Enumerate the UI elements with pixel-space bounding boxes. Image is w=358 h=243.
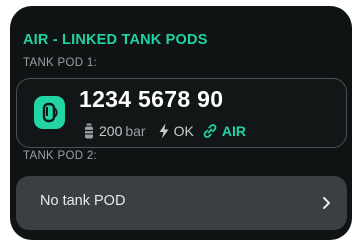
tank-pod-1-label: TANK POD 1: [23, 57, 98, 69]
chevron-right-icon [322, 196, 331, 215]
no-tank-pod-text: No tank POD [40, 193, 126, 209]
lightning-icon [158, 123, 170, 139]
battery-status: OK [173, 123, 194, 139]
panel-title: AIR - LINKED TANK PODS [23, 32, 208, 48]
tank-pod-1-stats: 200 bar OK AIR [83, 122, 246, 140]
tank-pod-1-card[interactable]: 1234 5678 90 200 bar OK AIR [16, 78, 347, 148]
tank-pressure-value: 200 [99, 123, 123, 139]
tank-pod-icon [34, 96, 65, 129]
pressure-gauge-icon [83, 123, 95, 139]
tank-pressure-unit: bar [125, 123, 146, 139]
tank-pod-1-id: 1234 5678 90 [79, 86, 224, 112]
link-icon [202, 123, 218, 139]
tank-pod-2-row[interactable]: No tank POD [16, 176, 347, 230]
linked-tank-pods-panel: AIR - LINKED TANK PODS TANK POD 1: 1234 … [10, 6, 352, 240]
linked-gas-label: AIR [221, 123, 246, 139]
tank-pod-2-label: TANK POD 2: [23, 150, 98, 162]
